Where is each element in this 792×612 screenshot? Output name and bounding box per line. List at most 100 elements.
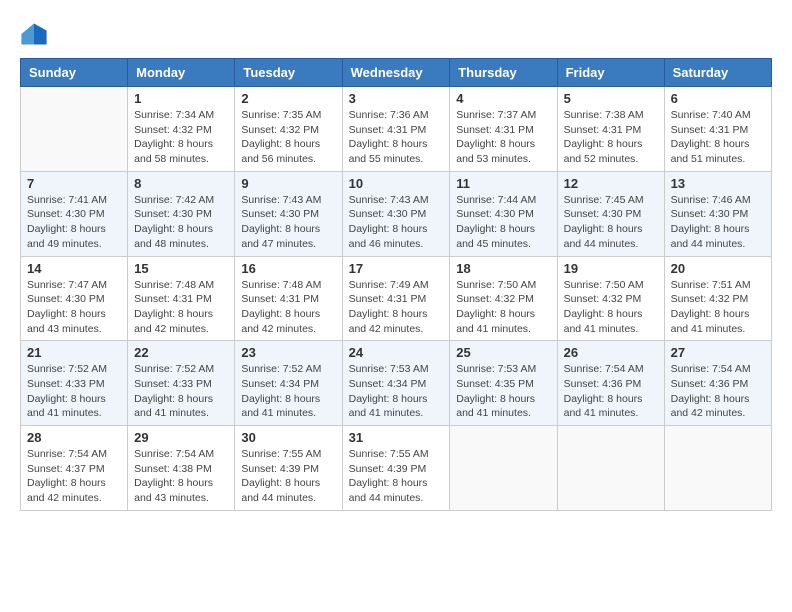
calendar-cell: 2 Sunrise: 7:35 AM Sunset: 4:32 PM Daylig…	[235, 87, 342, 172]
calendar-header-row: SundayMondayTuesdayWednesdayThursdayFrid…	[21, 59, 772, 87]
day-info: Sunrise: 7:46 AM Sunset: 4:30 PM Dayligh…	[671, 193, 765, 252]
day-number: 29	[134, 430, 228, 445]
day-info: Sunrise: 7:36 AM Sunset: 4:31 PM Dayligh…	[349, 108, 444, 167]
logo-icon	[20, 20, 48, 48]
day-number: 17	[349, 261, 444, 276]
calendar-cell	[664, 426, 771, 511]
calendar-cell	[557, 426, 664, 511]
calendar-week-row: 28 Sunrise: 7:54 AM Sunset: 4:37 PM Dayli…	[21, 426, 772, 511]
day-number: 28	[27, 430, 121, 445]
calendar-cell: 22Sunrise: 7:52 AM Sunset: 4:33 PM Dayli…	[128, 341, 235, 426]
day-number: 1	[134, 91, 228, 106]
calendar-week-row: 1 Sunrise: 7:34 AM Sunset: 4:32 PM Daylig…	[21, 87, 772, 172]
calendar-cell: 24 Sunrise: 7:53 AM Sunset: 4:34 PM Dayli…	[342, 341, 450, 426]
day-header-thursday: Thursday	[450, 59, 557, 87]
calendar-week-row: 21 Sunrise: 7:52 AM Sunset: 4:33 PM Dayli…	[21, 341, 772, 426]
day-info: Sunrise: 7:54 AM Sunset: 4:36 PM Dayligh…	[564, 362, 658, 421]
day-number: 18	[456, 261, 550, 276]
day-number: 16	[241, 261, 335, 276]
calendar-cell: 26 Sunrise: 7:54 AM Sunset: 4:36 PM Dayli…	[557, 341, 664, 426]
day-number: 21	[27, 345, 121, 360]
calendar-cell: 1 Sunrise: 7:34 AM Sunset: 4:32 PM Daylig…	[128, 87, 235, 172]
day-info: Sunrise: 7:55 AM Sunset: 4:39 PM Dayligh…	[349, 447, 444, 506]
day-info: Sunrise: 7:45 AM Sunset: 4:30 PM Dayligh…	[564, 193, 658, 252]
calendar-cell: 31 Sunrise: 7:55 AM Sunset: 4:39 PM Dayli…	[342, 426, 450, 511]
calendar-week-row: 14Sunrise: 7:47 AM Sunset: 4:30 PM Dayli…	[21, 256, 772, 341]
day-number: 19	[564, 261, 658, 276]
day-number: 6	[671, 91, 765, 106]
calendar-cell	[450, 426, 557, 511]
day-number: 24	[349, 345, 444, 360]
calendar-cell: 11Sunrise: 7:44 AM Sunset: 4:30 PM Dayli…	[450, 171, 557, 256]
day-info: Sunrise: 7:51 AM Sunset: 4:32 PM Dayligh…	[671, 278, 765, 337]
calendar-cell: 29 Sunrise: 7:54 AM Sunset: 4:38 PM Dayli…	[128, 426, 235, 511]
calendar-cell	[21, 87, 128, 172]
calendar-week-row: 7Sunrise: 7:41 AM Sunset: 4:30 PM Daylig…	[21, 171, 772, 256]
day-header-monday: Monday	[128, 59, 235, 87]
day-info: Sunrise: 7:42 AM Sunset: 4:30 PM Dayligh…	[134, 193, 228, 252]
day-info: Sunrise: 7:54 AM Sunset: 4:37 PM Dayligh…	[27, 447, 121, 506]
calendar-cell: 14Sunrise: 7:47 AM Sunset: 4:30 PM Dayli…	[21, 256, 128, 341]
day-info: Sunrise: 7:48 AM Sunset: 4:31 PM Dayligh…	[241, 278, 335, 337]
day-number: 11	[456, 176, 550, 191]
calendar-cell: 16 Sunrise: 7:48 AM Sunset: 4:31 PM Dayli…	[235, 256, 342, 341]
day-number: 31	[349, 430, 444, 445]
logo	[20, 20, 52, 48]
day-info: Sunrise: 7:43 AM Sunset: 4:30 PM Dayligh…	[241, 193, 335, 252]
calendar-cell: 6 Sunrise: 7:40 AM Sunset: 4:31 PM Daylig…	[664, 87, 771, 172]
calendar-cell: 21 Sunrise: 7:52 AM Sunset: 4:33 PM Dayli…	[21, 341, 128, 426]
calendar-cell: 9 Sunrise: 7:43 AM Sunset: 4:30 PM Daylig…	[235, 171, 342, 256]
day-number: 27	[671, 345, 765, 360]
day-number: 14	[27, 261, 121, 276]
calendar-cell: 28 Sunrise: 7:54 AM Sunset: 4:37 PM Dayli…	[21, 426, 128, 511]
day-info: Sunrise: 7:41 AM Sunset: 4:30 PM Dayligh…	[27, 193, 121, 252]
calendar-cell: 30Sunrise: 7:55 AM Sunset: 4:39 PM Dayli…	[235, 426, 342, 511]
day-info: Sunrise: 7:52 AM Sunset: 4:33 PM Dayligh…	[27, 362, 121, 421]
day-number: 2	[241, 91, 335, 106]
day-header-tuesday: Tuesday	[235, 59, 342, 87]
calendar-cell: 25 Sunrise: 7:53 AM Sunset: 4:35 PM Dayli…	[450, 341, 557, 426]
day-info: Sunrise: 7:50 AM Sunset: 4:32 PM Dayligh…	[456, 278, 550, 337]
calendar-cell: 8Sunrise: 7:42 AM Sunset: 4:30 PM Daylig…	[128, 171, 235, 256]
day-info: Sunrise: 7:37 AM Sunset: 4:31 PM Dayligh…	[456, 108, 550, 167]
day-info: Sunrise: 7:40 AM Sunset: 4:31 PM Dayligh…	[671, 108, 765, 167]
day-info: Sunrise: 7:35 AM Sunset: 4:32 PM Dayligh…	[241, 108, 335, 167]
day-info: Sunrise: 7:52 AM Sunset: 4:34 PM Dayligh…	[241, 362, 335, 421]
calendar-cell: 13Sunrise: 7:46 AM Sunset: 4:30 PM Dayli…	[664, 171, 771, 256]
day-number: 26	[564, 345, 658, 360]
day-number: 25	[456, 345, 550, 360]
day-info: Sunrise: 7:50 AM Sunset: 4:32 PM Dayligh…	[564, 278, 658, 337]
calendar-cell: 18 Sunrise: 7:50 AM Sunset: 4:32 PM Dayli…	[450, 256, 557, 341]
day-info: Sunrise: 7:43 AM Sunset: 4:30 PM Dayligh…	[349, 193, 444, 252]
calendar-cell: 5Sunrise: 7:38 AM Sunset: 4:31 PM Daylig…	[557, 87, 664, 172]
calendar-cell: 27Sunrise: 7:54 AM Sunset: 4:36 PM Dayli…	[664, 341, 771, 426]
day-number: 4	[456, 91, 550, 106]
day-number: 12	[564, 176, 658, 191]
calendar-cell: 17 Sunrise: 7:49 AM Sunset: 4:31 PM Dayli…	[342, 256, 450, 341]
day-number: 20	[671, 261, 765, 276]
calendar-table: SundayMondayTuesdayWednesdayThursdayFrid…	[20, 58, 772, 511]
calendar-cell: 19 Sunrise: 7:50 AM Sunset: 4:32 PM Dayli…	[557, 256, 664, 341]
calendar-cell: 3 Sunrise: 7:36 AM Sunset: 4:31 PM Daylig…	[342, 87, 450, 172]
calendar-cell: 23 Sunrise: 7:52 AM Sunset: 4:34 PM Dayli…	[235, 341, 342, 426]
day-header-saturday: Saturday	[664, 59, 771, 87]
day-number: 9	[241, 176, 335, 191]
calendar-cell: 15 Sunrise: 7:48 AM Sunset: 4:31 PM Dayli…	[128, 256, 235, 341]
calendar-cell: 10 Sunrise: 7:43 AM Sunset: 4:30 PM Dayli…	[342, 171, 450, 256]
day-info: Sunrise: 7:53 AM Sunset: 4:35 PM Dayligh…	[456, 362, 550, 421]
day-header-friday: Friday	[557, 59, 664, 87]
day-info: Sunrise: 7:48 AM Sunset: 4:31 PM Dayligh…	[134, 278, 228, 337]
day-number: 3	[349, 91, 444, 106]
page-header	[20, 20, 772, 48]
day-number: 23	[241, 345, 335, 360]
day-number: 30	[241, 430, 335, 445]
day-info: Sunrise: 7:49 AM Sunset: 4:31 PM Dayligh…	[349, 278, 444, 337]
day-info: Sunrise: 7:53 AM Sunset: 4:34 PM Dayligh…	[349, 362, 444, 421]
day-header-sunday: Sunday	[21, 59, 128, 87]
day-info: Sunrise: 7:34 AM Sunset: 4:32 PM Dayligh…	[134, 108, 228, 167]
day-header-wednesday: Wednesday	[342, 59, 450, 87]
calendar-cell: 7Sunrise: 7:41 AM Sunset: 4:30 PM Daylig…	[21, 171, 128, 256]
day-number: 10	[349, 176, 444, 191]
day-info: Sunrise: 7:54 AM Sunset: 4:38 PM Dayligh…	[134, 447, 228, 506]
day-number: 15	[134, 261, 228, 276]
